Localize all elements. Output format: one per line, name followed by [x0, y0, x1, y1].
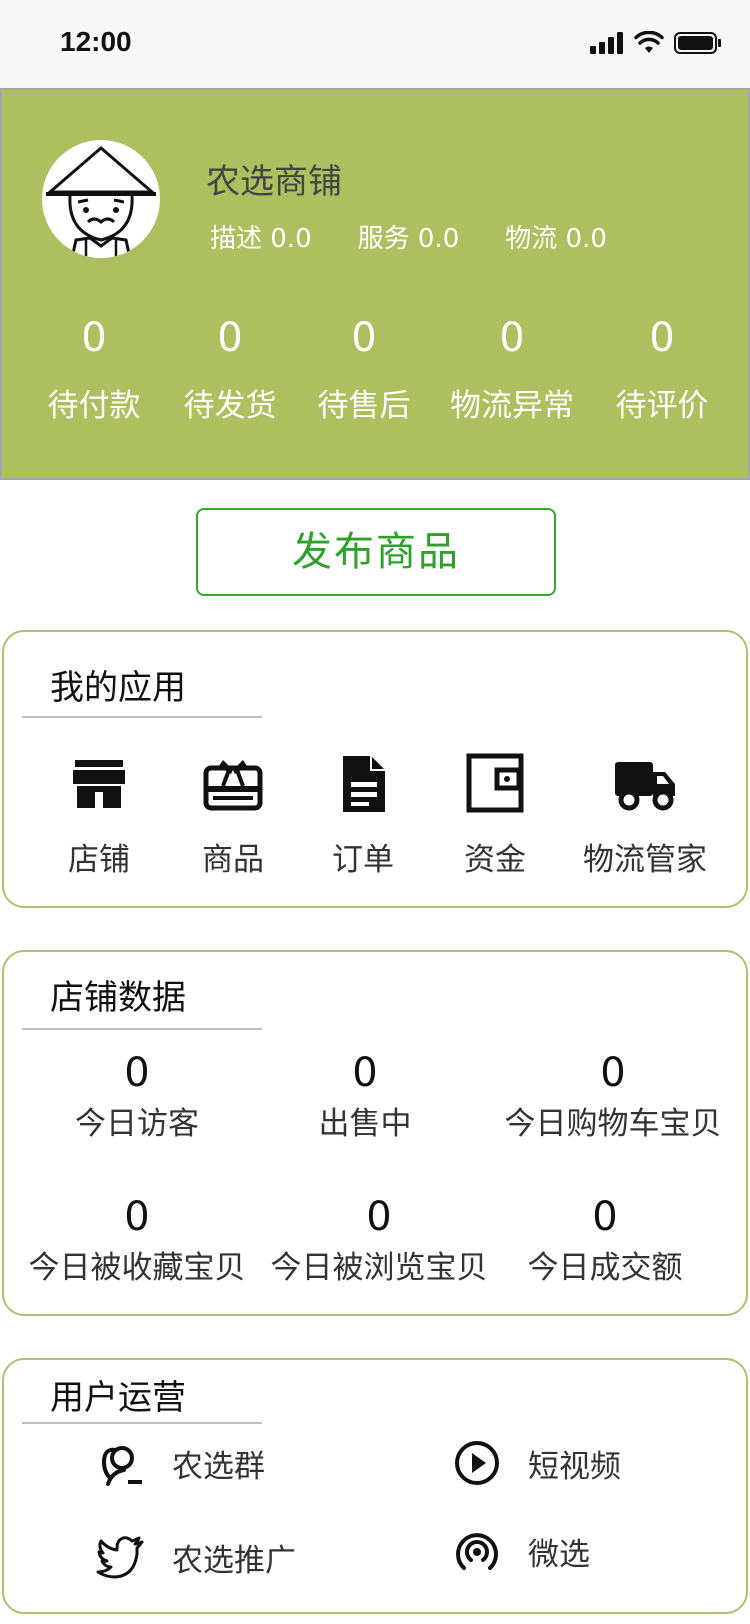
- data-label: 今日成交额: [527, 1250, 683, 1286]
- stat-value: 0: [81, 315, 107, 361]
- title-divider: [22, 1422, 262, 1424]
- app-funds[interactable]: 资金: [420, 752, 570, 879]
- order-stats: 0 待付款 0 待发货 0 待售后 0 物流异常 0 待评价: [2, 308, 748, 448]
- op-label: 农选群: [172, 1448, 265, 1485]
- stat-value: 0: [499, 315, 525, 361]
- data-value: 0: [352, 1050, 378, 1096]
- my-apps-card: 我的应用 店铺 商品 订单 资金 物流管家: [2, 630, 748, 908]
- app-label: 物流管家: [583, 842, 707, 878]
- publish-product-button[interactable]: 发布商品: [196, 508, 556, 596]
- title-divider: [22, 716, 262, 718]
- stat-label: 物流异常: [450, 388, 574, 424]
- app-label: 店铺: [68, 842, 130, 878]
- rating-service: 服务 0.0: [357, 224, 460, 254]
- op-nongxuan-promotion[interactable]: 农选推广: [96, 1532, 296, 1582]
- status-bar: 12:00: [0, 0, 750, 88]
- truck-icon: [615, 762, 675, 811]
- stat-pending-review[interactable]: 0 待评价: [592, 308, 732, 425]
- data-value: 0: [592, 1194, 618, 1240]
- stat-value: 0: [649, 315, 675, 361]
- document-icon: [343, 756, 385, 812]
- data-label: 出售中: [318, 1106, 412, 1142]
- data-today-visitors[interactable]: 0 今日访客: [12, 1048, 262, 1143]
- card-title: 我的应用: [50, 668, 186, 708]
- shop-data-card: 店铺数据 0 今日访客 0 出售中 0 今日购物车宝贝 0 今日被收藏宝贝 0 …: [2, 950, 748, 1316]
- op-nongxuan-group[interactable]: 农选群: [96, 1438, 265, 1488]
- op-weixuan[interactable]: 微选: [452, 1526, 590, 1576]
- twitter-bird-icon: [96, 1536, 144, 1579]
- broadcast-icon: [456, 1533, 498, 1570]
- rating-describe: 描述 0.0: [210, 224, 312, 254]
- shop-avatar[interactable]: [42, 140, 160, 258]
- app-orders[interactable]: 订单: [288, 752, 438, 879]
- card-title: 店铺数据: [50, 978, 186, 1018]
- app-logistics[interactable]: 物流管家: [570, 752, 720, 879]
- data-value: 0: [124, 1050, 150, 1096]
- stat-logistics-exception[interactable]: 0 物流异常: [442, 308, 582, 425]
- data-today-cart-items[interactable]: 0 今日购物车宝贝: [488, 1048, 738, 1143]
- data-label: 今日访客: [75, 1106, 199, 1142]
- data-today-turnover[interactable]: 0 今日成交额: [480, 1192, 730, 1287]
- data-label: 今日被收藏宝贝: [28, 1250, 246, 1286]
- stat-pending-shipment[interactable]: 0 待发货: [160, 308, 300, 425]
- op-short-video[interactable]: 短视频: [452, 1438, 621, 1488]
- op-label: 微选: [528, 1536, 590, 1573]
- data-value: 0: [366, 1194, 392, 1240]
- data-value: 0: [124, 1194, 150, 1240]
- app-products[interactable]: 商品: [158, 752, 308, 879]
- stat-label: 待评价: [615, 388, 709, 424]
- play-circle-icon: [455, 1441, 499, 1485]
- status-time: 12:00: [60, 26, 132, 57]
- wifi-icon: [634, 31, 664, 53]
- user-operations-card: 用户运营 农选群 短视频 农选推广 微选: [2, 1358, 748, 1614]
- stat-label: 待付款: [47, 388, 141, 424]
- shop-header: 农选商铺 描述 0.0 服务 0.0 物流 0.0 0 待付款 0 待发货 0 …: [0, 88, 750, 480]
- app-label: 商品: [202, 842, 264, 878]
- app-store[interactable]: 店铺: [24, 752, 174, 879]
- data-value: 0: [600, 1050, 626, 1096]
- stat-label: 待发货: [183, 388, 277, 424]
- farmer-avatar-icon: [45, 146, 157, 258]
- stat-value: 0: [351, 315, 377, 361]
- stat-pending-payment[interactable]: 0 待付款: [24, 308, 164, 425]
- gift-card-icon: [203, 760, 263, 811]
- app-label: 订单: [332, 842, 394, 878]
- signal-icon: [590, 32, 623, 54]
- stat-label: 待售后: [317, 388, 411, 424]
- op-label: 短视频: [528, 1448, 621, 1485]
- battery-icon: [674, 32, 721, 54]
- rating-logistics: 物流 0.0: [505, 224, 607, 254]
- app-label: 资金: [464, 842, 526, 878]
- op-label: 农选推广: [172, 1542, 296, 1579]
- user-group-icon: [101, 1446, 142, 1486]
- data-today-favorited[interactable]: 0 今日被收藏宝贝: [12, 1192, 262, 1287]
- status-icons: [590, 30, 722, 56]
- data-label: 今日被浏览宝贝: [270, 1250, 488, 1286]
- data-label: 今日购物车宝贝: [504, 1106, 722, 1142]
- card-title: 用户运营: [50, 1378, 186, 1418]
- data-on-sale[interactable]: 0 出售中: [240, 1048, 490, 1143]
- shop-ratings: 描述 0.0 服务 0.0 物流 0.0: [210, 218, 607, 255]
- data-today-viewed[interactable]: 0 今日被浏览宝贝: [254, 1192, 504, 1287]
- shop-name: 农选商铺: [206, 162, 342, 202]
- stat-value: 0: [217, 315, 243, 361]
- store-icon: [73, 760, 125, 808]
- wallet-icon: [466, 753, 524, 813]
- title-divider: [22, 1028, 262, 1030]
- stat-pending-aftersale[interactable]: 0 待售后: [294, 308, 434, 425]
